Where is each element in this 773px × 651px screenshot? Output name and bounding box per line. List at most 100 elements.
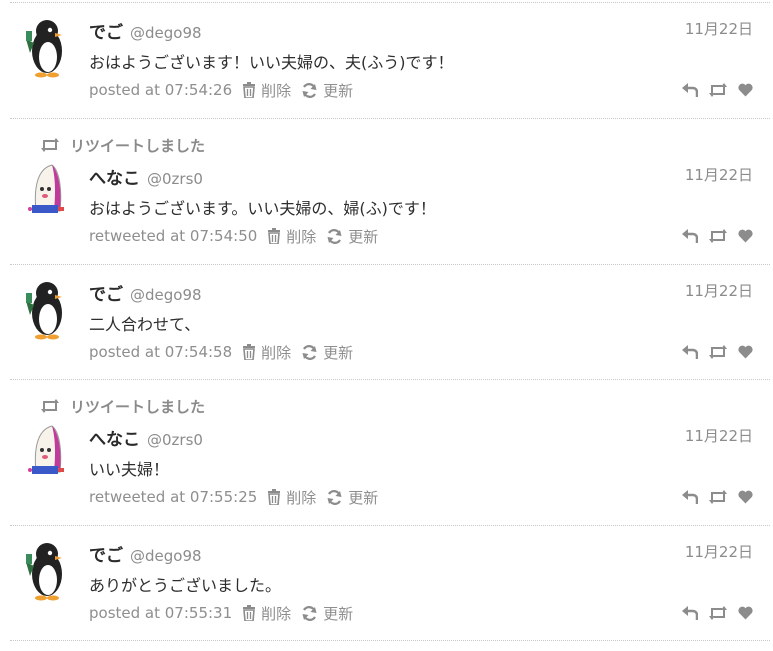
author-handle[interactable]: @dego98 xyxy=(130,547,202,565)
heart-icon xyxy=(738,345,753,359)
trash-icon xyxy=(268,228,281,244)
retweet-button[interactable] xyxy=(708,229,728,243)
penguin-avatar-icon xyxy=(26,20,62,78)
heart-icon xyxy=(738,606,753,620)
update-label: 更新 xyxy=(348,488,379,507)
author-name[interactable]: でご xyxy=(89,541,123,566)
update-button[interactable]: 更新 xyxy=(301,603,353,624)
reply-button[interactable] xyxy=(682,490,698,504)
update-label: 更新 xyxy=(323,81,354,100)
delete-label: 削除 xyxy=(261,604,292,623)
retweet-banner-label: リツイートしました xyxy=(70,397,206,416)
update-button[interactable]: 更新 xyxy=(326,487,378,508)
author-handle[interactable]: @0zrs0 xyxy=(147,170,203,188)
author-name[interactable]: へなこ xyxy=(89,164,140,189)
author-name[interactable]: でご xyxy=(89,18,123,43)
tweet-text: 二人合わせて、 xyxy=(89,315,201,334)
posted-time: retweeted at 07:54:50 xyxy=(89,227,258,245)
radish-avatar-icon xyxy=(28,425,64,474)
tweet-item[interactable]: でご @dego98 11月22日 おはようございます！いい夫婦の、夫(ふう)で… xyxy=(0,3,773,118)
reply-icon xyxy=(682,229,698,243)
author-handle[interactable]: @dego98 xyxy=(130,24,202,42)
reply-button[interactable] xyxy=(682,229,698,243)
trash-icon xyxy=(243,82,256,98)
author-handle[interactable]: @0zrs0 xyxy=(147,431,203,449)
retweet-banner-label: リツイートしました xyxy=(70,136,206,155)
refresh-icon xyxy=(327,228,342,244)
delete-label: 削除 xyxy=(286,227,317,246)
avatar[interactable] xyxy=(22,422,72,484)
heart-icon xyxy=(738,83,753,97)
like-button[interactable] xyxy=(738,490,753,504)
tweet-text: おはようございます！いい夫婦の、夫(ふう)です！ xyxy=(89,53,454,72)
author-name[interactable]: へなこ xyxy=(89,425,140,450)
posted-time: posted at 07:54:58 xyxy=(89,343,233,361)
retweet-button[interactable] xyxy=(708,345,728,359)
retweet-banner: リツイートしました xyxy=(40,135,205,155)
tweet-item[interactable]: リツイートしました へなこ @0zrs0 11月22日 おはようございます。いい… xyxy=(0,119,773,264)
update-label: 更新 xyxy=(348,227,379,246)
retweet-icon xyxy=(41,138,59,152)
delete-label: 削除 xyxy=(261,81,292,100)
avatar[interactable] xyxy=(22,161,72,223)
tweet-date[interactable]: 11月22日 xyxy=(685,280,753,301)
avatar[interactable] xyxy=(22,279,72,341)
refresh-icon xyxy=(302,82,317,98)
reply-icon xyxy=(682,83,698,97)
penguin-avatar-icon xyxy=(26,543,62,601)
refresh-icon xyxy=(327,489,342,505)
tweet-date[interactable]: 11月22日 xyxy=(685,425,753,446)
reply-button[interactable] xyxy=(682,606,698,620)
avatar[interactable] xyxy=(22,540,72,602)
retweet-icon xyxy=(709,490,727,504)
retweet-button[interactable] xyxy=(708,606,728,620)
delete-label: 削除 xyxy=(261,343,292,362)
like-button[interactable] xyxy=(738,345,753,359)
retweet-icon xyxy=(709,83,727,97)
avatar[interactable] xyxy=(22,17,72,79)
delete-button[interactable]: 削除 xyxy=(242,80,291,101)
refresh-icon xyxy=(302,605,317,621)
tweet-text: おはようございます。いい夫婦の、婦(ふ)です！ xyxy=(89,199,436,218)
like-button[interactable] xyxy=(738,83,753,97)
tweet-item[interactable]: でご @dego98 11月22日 ありがとうございました。 posted at… xyxy=(0,526,773,640)
tweet-date[interactable]: 11月22日 xyxy=(685,541,753,562)
tweet-item[interactable]: でご @dego98 11月22日 二人合わせて、 posted at 07:5… xyxy=(0,265,773,379)
retweet-button[interactable] xyxy=(708,490,728,504)
retweet-icon xyxy=(709,229,727,243)
retweet-icon xyxy=(41,399,59,413)
tweet-date[interactable]: 11月22日 xyxy=(685,164,753,185)
posted-time: retweeted at 07:55:25 xyxy=(89,488,258,506)
reply-button[interactable] xyxy=(682,83,698,97)
penguin-avatar-icon xyxy=(26,282,62,340)
heart-icon xyxy=(738,490,753,504)
update-button[interactable]: 更新 xyxy=(301,342,353,363)
radish-avatar-icon xyxy=(28,164,64,213)
delete-button[interactable]: 削除 xyxy=(242,342,291,363)
retweet-icon xyxy=(709,606,727,620)
update-button[interactable]: 更新 xyxy=(326,226,378,247)
delete-button[interactable]: 削除 xyxy=(267,487,316,508)
author-name[interactable]: でご xyxy=(89,280,123,305)
update-label: 更新 xyxy=(323,343,354,362)
retweet-button[interactable] xyxy=(708,83,728,97)
retweet-icon xyxy=(709,345,727,359)
tweet-date[interactable]: 11月22日 xyxy=(685,18,753,39)
refresh-icon xyxy=(302,344,317,360)
delete-button[interactable]: 削除 xyxy=(267,226,316,247)
update-button[interactable]: 更新 xyxy=(301,80,353,101)
like-button[interactable] xyxy=(738,229,753,243)
separator xyxy=(10,640,770,641)
author-handle[interactable]: @dego98 xyxy=(130,286,202,304)
trash-icon xyxy=(243,605,256,621)
posted-time: posted at 07:55:31 xyxy=(89,604,233,622)
update-label: 更新 xyxy=(323,604,354,623)
reply-icon xyxy=(682,606,698,620)
reply-button[interactable] xyxy=(682,345,698,359)
trash-icon xyxy=(243,344,256,360)
like-button[interactable] xyxy=(738,606,753,620)
delete-button[interactable]: 削除 xyxy=(242,603,291,624)
heart-icon xyxy=(738,229,753,243)
tweet-item[interactable]: リツイートしました へなこ @0zrs0 11月22日 いい夫婦！ retwee… xyxy=(0,380,773,525)
posted-time: posted at 07:54:26 xyxy=(89,81,233,99)
